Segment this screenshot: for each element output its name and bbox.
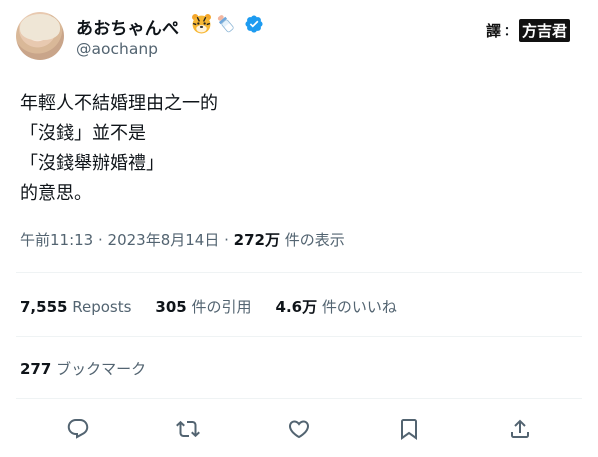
repost-icon: [176, 420, 200, 438]
display-name-text: あおちゃんぺ: [76, 19, 180, 39]
watermark-separator: ：: [504, 23, 517, 38]
views-label: 件の表示: [279, 231, 345, 249]
bookmarks-label: ブックマーク: [51, 360, 147, 378]
tweet-line: 年輕人不結婚理由之一的: [20, 93, 218, 114]
tiger-face-emoji: [192, 14, 211, 34]
reposts-stat[interactable]: 7,555 Reposts: [20, 298, 131, 316]
tweet-line: 「沒錢」並不是: [20, 123, 146, 144]
watermark-left: 譯: [486, 21, 502, 40]
avatar[interactable]: [16, 12, 64, 60]
quotes-label: 件の引用: [186, 298, 252, 316]
reposts-label: Reposts: [67, 298, 132, 316]
divider: [16, 272, 582, 273]
reposts-count: 7,555: [20, 298, 68, 316]
likes-count: 4.6万: [275, 298, 318, 316]
reply-button[interactable]: [66, 417, 90, 441]
display-name[interactable]: あおちゃんぺ: [76, 14, 179, 39]
bookmark-button[interactable]: [397, 417, 421, 441]
divider: [16, 398, 582, 399]
tweet-date[interactable]: 2023年8月14日: [108, 231, 220, 249]
divider: [16, 336, 582, 337]
tweet-line: 「沒錢舉辦婚禮」: [20, 153, 164, 174]
like-button[interactable]: [287, 417, 311, 441]
quotes-stat[interactable]: 305 件の引用: [155, 298, 251, 316]
meta-separator: ·: [219, 231, 234, 249]
views-count: 272万: [233, 231, 280, 249]
engagement-stats: 7,555 Reposts 305 件の引用 4.6万 件のいいね: [20, 296, 397, 317]
meta-separator: ·: [93, 231, 108, 249]
tweet-time[interactable]: 午前11:13: [20, 231, 93, 249]
bookmark-icon: [401, 419, 417, 440]
watermark-right: 方吉君: [519, 18, 571, 42]
like-icon: [288, 420, 310, 439]
bookmarks-stat[interactable]: 277 ブックマーク: [20, 358, 146, 379]
repost-button[interactable]: [176, 417, 200, 441]
tweet-line: 的意思。: [20, 183, 92, 204]
reply-icon: [67, 419, 89, 439]
bookmarks-count: 277: [20, 360, 52, 378]
quotes-count: 305: [155, 298, 187, 316]
tweet-meta: 午前11:13 · 2023年8月14日 · 272万 件の表示: [20, 229, 345, 250]
translator-watermark: 譯 ： 方吉君: [486, 17, 571, 43]
likes-label: 件のいいね: [317, 298, 397, 316]
handle[interactable]: @aochanp: [76, 40, 158, 58]
action-bar: [0, 414, 598, 446]
likes-stat[interactable]: 4.6万 件のいいね: [276, 298, 397, 316]
verified-badge-icon[interactable]: [244, 14, 264, 34]
baby-bottle-emoji: [217, 15, 234, 33]
share-icon: [511, 419, 529, 438]
tweet-text: 年輕人不結婚理由之一的 「沒錢」並不是 「沒錢舉辦婚禮」 的意思。: [20, 89, 218, 209]
share-button[interactable]: [508, 417, 532, 441]
